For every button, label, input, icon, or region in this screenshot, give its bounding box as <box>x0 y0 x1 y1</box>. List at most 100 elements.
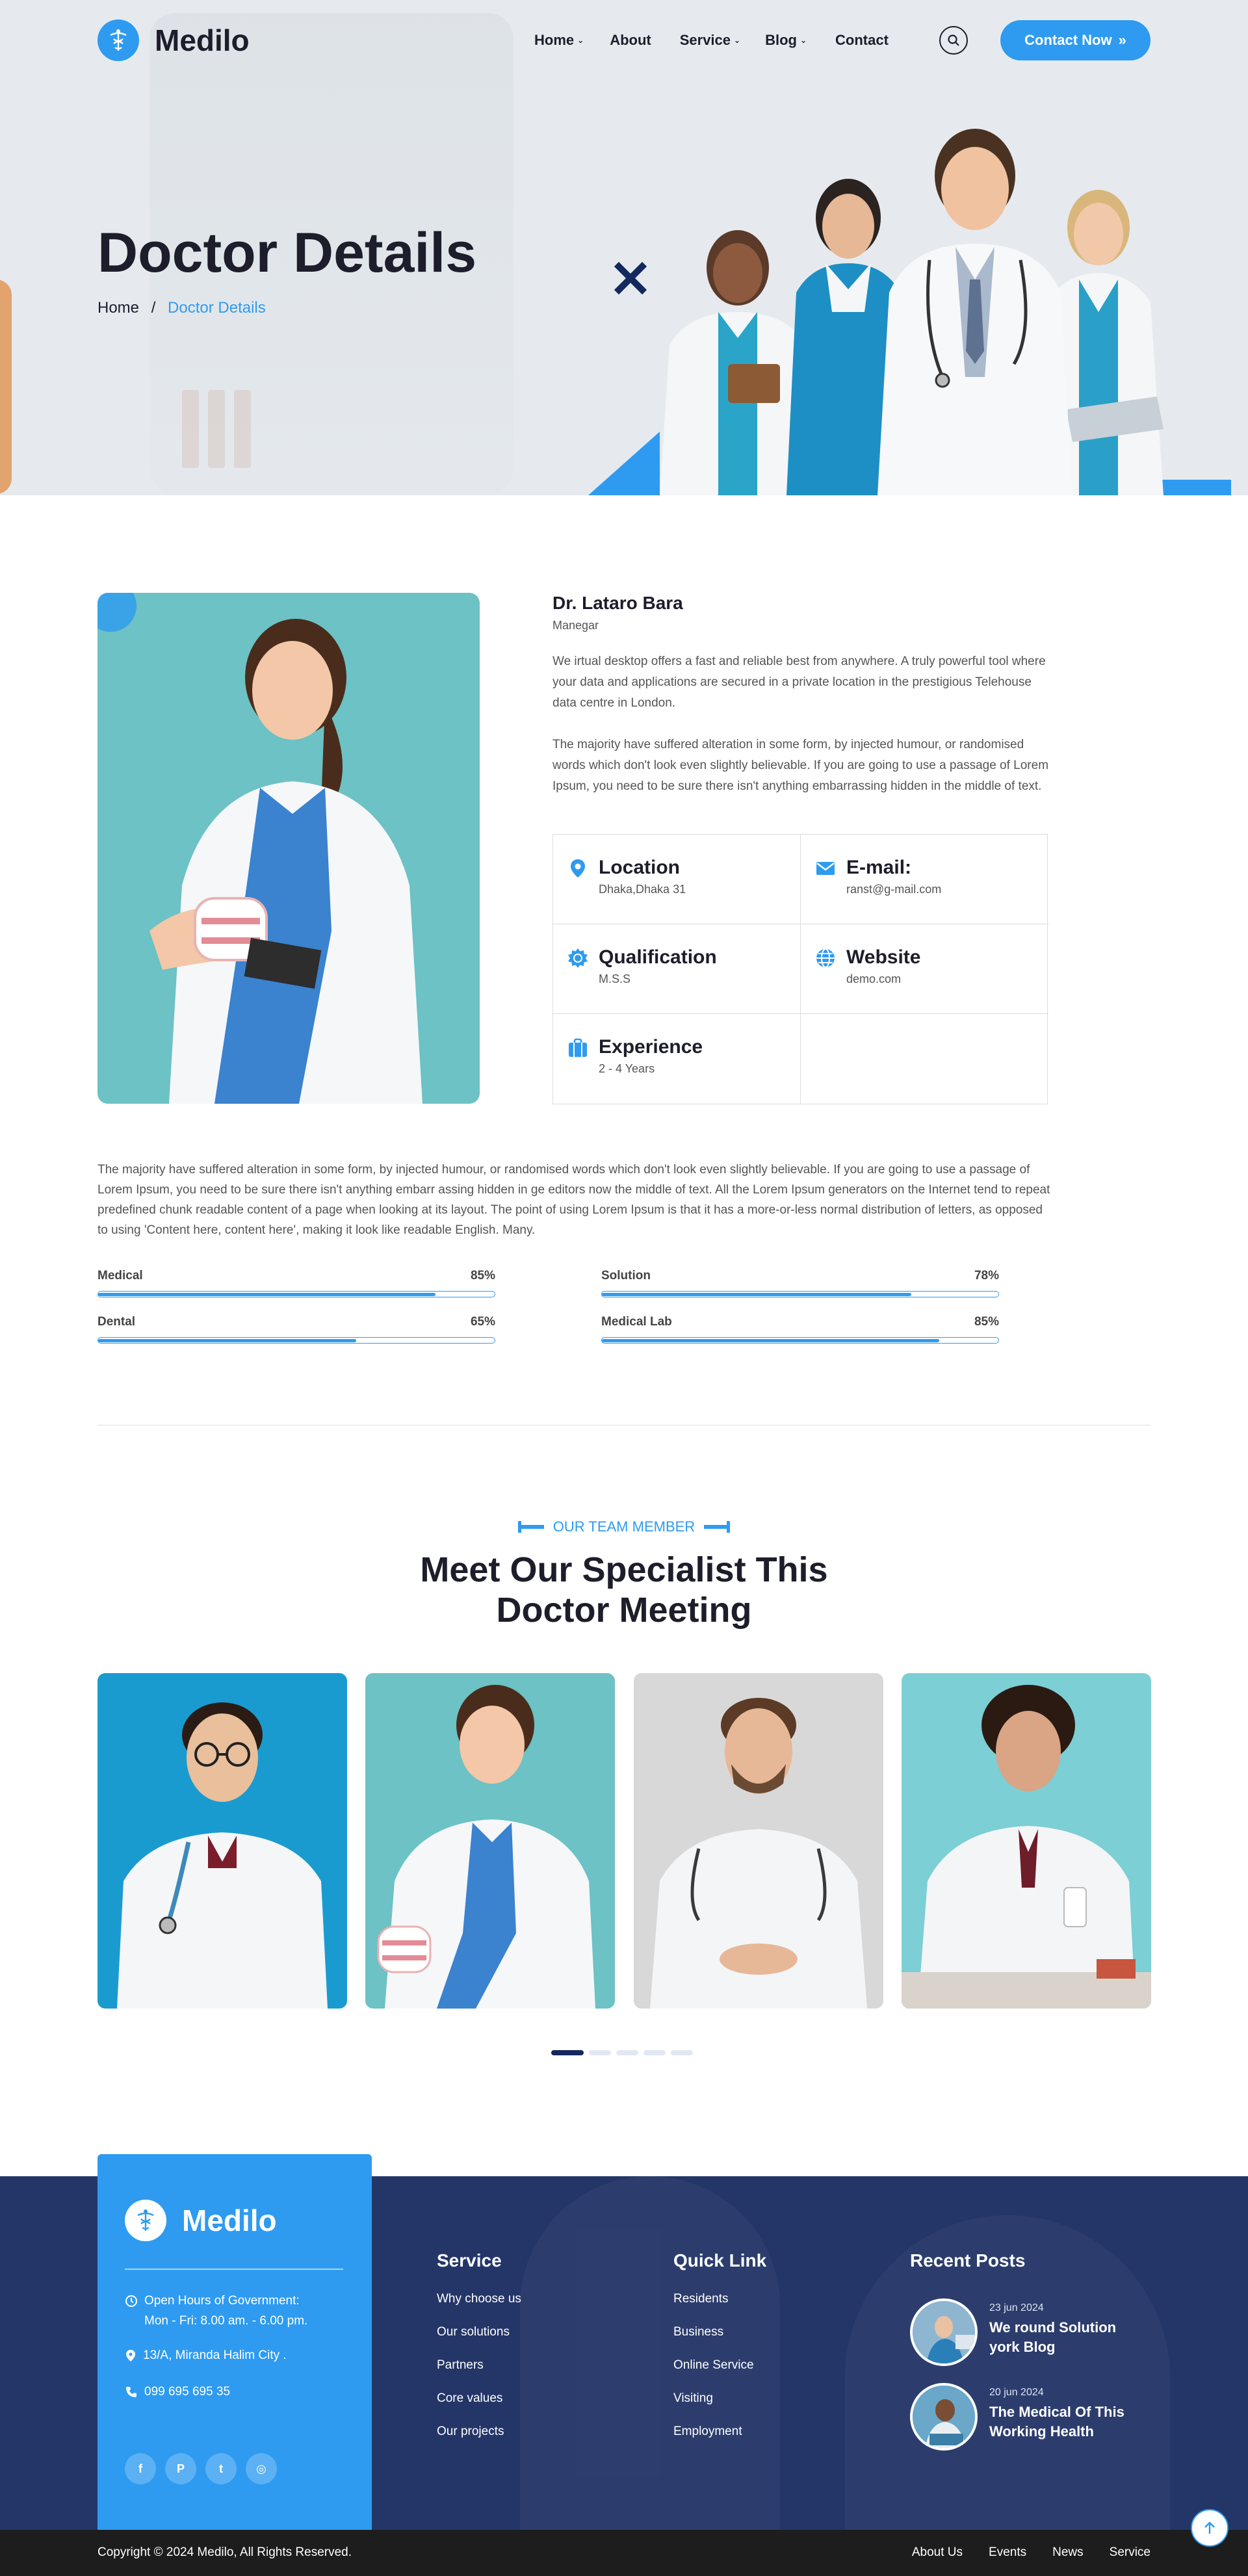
skill-percent: 85% <box>974 1315 999 1329</box>
female-doctor-image <box>150 619 422 1104</box>
subtitle-bar-icon <box>704 1521 731 1533</box>
breadcrumb: Home / Doctor Details <box>98 299 266 317</box>
skill-track <box>601 1291 999 1297</box>
team-member-card[interactable] <box>98 1673 347 2009</box>
footer-service-link[interactable]: Core values <box>437 2391 521 2425</box>
breadcrumb-separator: / <box>151 299 156 317</box>
clock-icon <box>125 2295 137 2307</box>
footer-service-link[interactable]: Why choose us <box>437 2292 521 2325</box>
double-chevron-right-icon: » <box>1118 32 1126 48</box>
nav-service[interactable]: Service ⌄ <box>680 29 740 52</box>
footer-service-link[interactable]: Partners <box>437 2358 521 2391</box>
location-pin-icon <box>571 859 585 878</box>
footer-service-link[interactable]: Our solutions <box>437 2325 521 2358</box>
pinterest-icon[interactable]: P <box>165 2453 196 2484</box>
footer-service-link[interactable]: Our projects <box>437 2425 521 2458</box>
info-qualification-value: M.S.S <box>599 972 631 985</box>
skill-dental: Dental 65% <box>98 1315 495 1344</box>
slider-dot[interactable] <box>644 2050 666 2055</box>
nav-about-label: About <box>610 32 651 48</box>
bottom-link-news[interactable]: News <box>1052 2545 1084 2560</box>
bottom-link-service[interactable]: Service <box>1110 2545 1150 2560</box>
doctor-portrait-image <box>902 1673 1151 2009</box>
info-website: Website demo.com <box>801 924 1048 1014</box>
team-member-card[interactable] <box>365 1673 615 2009</box>
skill-label: Medical <box>98 1269 143 1282</box>
bottom-link-events[interactable]: Events <box>989 2545 1026 2560</box>
info-qualification-title: Qualification <box>599 946 717 968</box>
footer-service-column: Service Why choose us Our solutions Part… <box>437 2250 521 2458</box>
recent-post[interactable]: 23 jun 2024 We round Solution york Blog <box>910 2298 1132 2366</box>
contact-now-button[interactable]: Contact Now » <box>1000 20 1150 60</box>
post-date: 20 jun 2024 <box>989 2387 1044 2398</box>
nav-about[interactable]: About <box>610 29 651 52</box>
post-title[interactable]: We round Solution york Blog <box>989 2318 1132 2357</box>
team-subtitle: OUR TEAM MEMBER <box>0 1518 1248 1535</box>
info-experience-value: 2 - 4 Years <box>599 1062 655 1075</box>
chevron-down-icon: ⌄ <box>577 36 584 45</box>
slider-dot[interactable] <box>551 2050 584 2055</box>
bottom-link-about-us[interactable]: About Us <box>912 2545 963 2560</box>
info-website-value[interactable]: demo.com <box>846 972 901 986</box>
skill-fill <box>602 1293 911 1296</box>
slider-dot[interactable] <box>589 2050 611 2055</box>
footer-quick-link[interactable]: Business <box>673 2325 766 2358</box>
skill-fill <box>98 1339 356 1342</box>
skill-solution: Solution 78% <box>601 1269 999 1297</box>
slider-dot[interactable] <box>671 2050 693 2055</box>
info-empty-cell <box>801 1014 1048 1104</box>
hero-triangle-decoration <box>588 432 660 495</box>
location-pin-icon <box>126 2350 135 2361</box>
hero-doctors-image <box>660 129 1164 495</box>
skill-label: Solution <box>601 1269 651 1282</box>
info-email-title: E-mail: <box>846 857 912 878</box>
nav-home[interactable]: Home ⌄ <box>534 29 584 52</box>
slider-dot[interactable] <box>616 2050 638 2055</box>
instagram-icon[interactable]: ◎ <box>246 2453 277 2484</box>
chevron-down-icon: ⌄ <box>800 36 807 45</box>
footer-address-text: 13/A, Miranda Halim City . <box>143 2348 287 2362</box>
search-button[interactable] <box>939 26 968 55</box>
twitter-icon[interactable]: t <box>205 2453 237 2484</box>
skill-percent: 65% <box>470 1315 495 1329</box>
team-member-card[interactable] <box>902 1673 1151 2009</box>
hero-left-decoration <box>0 280 12 494</box>
skill-fill <box>602 1339 939 1342</box>
footer-phone[interactable]: 099 695 695 35 <box>125 2382 230 2402</box>
site-logo[interactable]: Medilo <box>98 20 250 61</box>
post-date: 23 jun 2024 <box>989 2302 1044 2313</box>
recent-post[interactable]: 20 jun 2024 The Medical Of This Working … <box>910 2383 1132 2451</box>
skill-label: Medical Lab <box>601 1315 672 1329</box>
copyright-text: Copyright © 2024 Medilo, All Rights Rese… <box>98 2545 352 2559</box>
footer-quick-link[interactable]: Visiting <box>673 2391 766 2425</box>
caduceus-icon <box>125 2200 166 2241</box>
nav-home-label: Home <box>534 32 575 48</box>
footer-quick-link[interactable]: Online Service <box>673 2358 766 2391</box>
briefcase-icon <box>569 1038 587 1057</box>
footer-quick-link[interactable]: Employment <box>673 2425 766 2458</box>
facebook-icon[interactable]: f <box>125 2453 156 2484</box>
info-email-value[interactable]: ranst@g-mail.com <box>846 883 941 896</box>
caduceus-icon <box>98 20 139 61</box>
skill-track <box>98 1291 495 1297</box>
scroll-to-top-button[interactable] <box>1191 2509 1228 2547</box>
footer-logo-text: Medilo <box>182 2204 277 2237</box>
subtitle-bar-icon <box>517 1521 544 1533</box>
footer-quick-link[interactable]: Residents <box>673 2292 766 2325</box>
post-title[interactable]: The Medical Of This Working Health <box>989 2402 1132 2441</box>
team-title-line-2: Doctor Meeting <box>496 1591 752 1630</box>
phone-icon <box>126 2387 136 2397</box>
footer-quick-link-column: Quick Link Residents Business Online Ser… <box>673 2250 766 2458</box>
skill-track <box>601 1337 999 1344</box>
nav-blog[interactable]: Blog ⌄ <box>765 29 807 52</box>
doctor-portrait-image <box>365 1673 615 2009</box>
badge-icon <box>568 948 588 968</box>
breadcrumb-home[interactable]: Home <box>98 299 139 317</box>
nav-contact[interactable]: Contact <box>835 29 889 52</box>
bottom-links: About Us Events News Service <box>912 2545 1150 2560</box>
info-location: Location Dhaka,Dhaka 31 <box>553 835 801 924</box>
contact-now-label: Contact Now <box>1024 32 1112 48</box>
footer-logo[interactable]: Medilo <box>125 2200 277 2241</box>
team-member-card[interactable] <box>634 1673 883 2009</box>
chevron-down-icon: ⌄ <box>734 36 741 45</box>
